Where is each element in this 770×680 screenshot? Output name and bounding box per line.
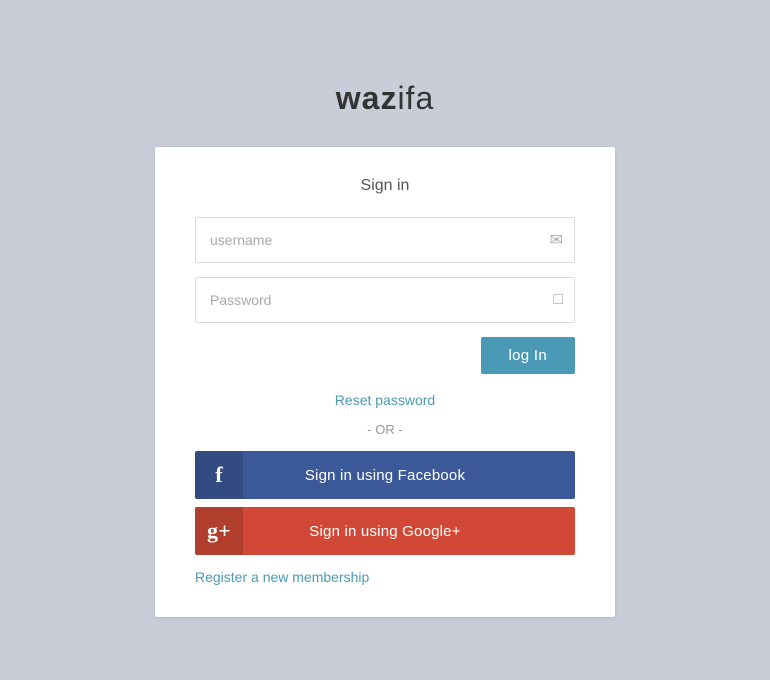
logo-bold: waz [336, 80, 398, 116]
login-btn-row: log In [195, 337, 575, 374]
password-input[interactable] [195, 277, 575, 323]
sign-in-title: Sign in [195, 177, 575, 195]
or-divider: - OR - [195, 422, 575, 437]
register-link[interactable]: Register a new membership [195, 569, 369, 585]
reset-password-row: Reset password [195, 392, 575, 410]
facebook-login-button[interactable]: f Sign in using Facebook [195, 451, 575, 499]
logo-light: ifa [397, 80, 434, 116]
username-group: ✉ [195, 217, 575, 263]
login-card: Sign in ✉ □ log In Reset password - OR -… [155, 147, 615, 617]
googleplus-icon: g+ [195, 507, 243, 555]
facebook-icon: f [195, 451, 243, 499]
register-link-row: Register a new membership [195, 569, 575, 587]
password-group: □ [195, 277, 575, 323]
username-input[interactable] [195, 217, 575, 263]
googleplus-label: Sign in using Google+ [243, 523, 575, 540]
logo: wazifa [336, 80, 434, 117]
facebook-label: Sign in using Facebook [243, 467, 575, 484]
login-button[interactable]: log In [481, 337, 576, 374]
reset-password-link[interactable]: Reset password [335, 392, 435, 408]
googleplus-login-button[interactable]: g+ Sign in using Google+ [195, 507, 575, 555]
